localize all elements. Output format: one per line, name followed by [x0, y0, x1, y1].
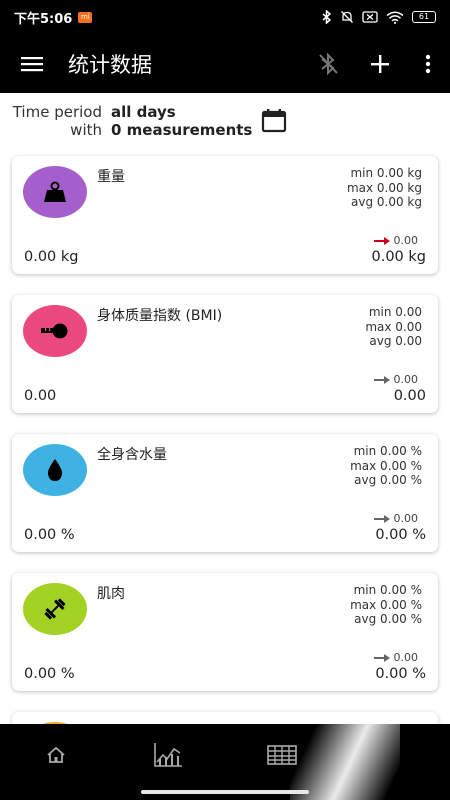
- first-value: 0.00 kg: [24, 249, 79, 265]
- gesture-bar[interactable]: [141, 790, 309, 794]
- nav-graph[interactable]: [148, 740, 188, 770]
- stat-min: min 0.00 %: [353, 444, 422, 458]
- stat-min: min 0.00 %: [353, 583, 422, 597]
- stat-max: max 0.00 %: [350, 458, 422, 473]
- weight-icon: [44, 181, 66, 202]
- overflow-menu-button[interactable]: [406, 34, 450, 93]
- nav-overview[interactable]: [36, 740, 76, 770]
- tape-measure-icon: [41, 323, 68, 339]
- stat-max: max 0.00 %: [350, 597, 422, 612]
- last-value: 0.00 kg: [371, 249, 427, 265]
- card-diff: 0.00: [373, 651, 419, 664]
- bluetooth-disabled-icon: [319, 52, 338, 75]
- chart-icon: [154, 743, 182, 767]
- bmi-stat-card[interactable]: 身体质量指数 (BMI) min 0.00 max 0.00 avg 0.00 …: [12, 295, 438, 413]
- arrow-right-icon: [373, 653, 390, 662]
- dumbbell-icon: [44, 598, 66, 620]
- first-value: 0.00 %: [24, 527, 75, 543]
- status-bar: 下午5:06 mi 61: [0, 0, 450, 34]
- menu-button[interactable]: [0, 34, 64, 93]
- card-diff: 0.00: [373, 512, 419, 525]
- arrow-right-icon: [373, 236, 390, 245]
- stat-avg: avg 0.00 %: [354, 473, 422, 487]
- hamburger-menu-icon: [21, 56, 43, 71]
- more-vert-icon: [425, 54, 431, 73]
- battery-icon: 61: [412, 11, 436, 23]
- arrow-right-icon: [373, 375, 390, 384]
- nav-table[interactable]: [262, 740, 302, 770]
- water-drop-icon: [47, 459, 63, 481]
- card-title: 身体质量指数 (BMI): [97, 308, 223, 324]
- calendar-icon: [261, 109, 287, 133]
- last-value: 0.00 %: [375, 666, 426, 682]
- home-icon: [47, 746, 65, 763]
- stat-avg: avg 0.00 kg: [351, 195, 422, 209]
- calendar-button[interactable]: [260, 108, 288, 134]
- weight-icon-circle: [23, 166, 87, 218]
- stat-max: max 0.00 kg: [346, 180, 422, 195]
- stat-min: min 0.00 kg: [350, 166, 422, 180]
- diff-value: 0.00: [393, 512, 419, 525]
- stat-max: max 0.00: [365, 319, 422, 334]
- weight-stat-card[interactable]: 重量 min 0.00 kg max 0.00 kg avg 0.00 kg 0…: [12, 156, 438, 274]
- arrow-right-icon: [373, 514, 390, 523]
- card-stats: min 0.00 % max 0.00 % avg 0.00 %: [350, 444, 422, 488]
- no-sim-icon: [362, 11, 378, 23]
- muscle-stat-card[interactable]: 肌肉 min 0.00 % max 0.00 % avg 0.00 % 0.00…: [12, 573, 438, 691]
- bottom-navigation: [0, 724, 450, 800]
- time-period-label: Time period: [12, 103, 102, 121]
- card-stats: min 0.00 kg max 0.00 kg avg 0.00 kg: [347, 166, 422, 210]
- time-period-section: Time period all days with 0 measurements: [0, 100, 450, 142]
- bluetooth-status-icon: [322, 10, 332, 24]
- stat-avg: avg 0.00 %: [354, 612, 422, 626]
- card-stats: min 0.00 max 0.00 avg 0.00: [365, 305, 422, 349]
- mi-notification-icon: mi: [78, 11, 93, 23]
- status-time: 下午5:06: [14, 11, 73, 27]
- measurements-label: with: [70, 121, 102, 139]
- last-value: 0.00 %: [375, 527, 426, 543]
- first-value: 0.00: [24, 388, 57, 404]
- card-title: 肌肉: [97, 586, 125, 602]
- water-stat-card[interactable]: 全身含水量 min 0.00 % max 0.00 % avg 0.00 % 0…: [12, 434, 438, 552]
- diff-value: 0.00: [393, 373, 419, 386]
- card-diff: 0.00: [373, 373, 419, 386]
- mute-bell-icon: [341, 11, 353, 23]
- measurements-count: 0 measurements: [111, 121, 253, 139]
- diff-value: 0.00: [393, 651, 419, 664]
- bluetooth-disabled-button[interactable]: [302, 34, 354, 93]
- wifi-icon: [386, 11, 404, 24]
- status-icons: 61: [322, 10, 436, 24]
- diff-value: 0.00: [393, 234, 419, 247]
- card-diff: 0.00: [373, 234, 419, 247]
- card-title: 全身含水量: [97, 447, 167, 463]
- card-stats: min 0.00 % max 0.00 % avg 0.00 %: [350, 583, 422, 627]
- add-measurement-button[interactable]: [354, 34, 406, 93]
- card-title: 重量: [97, 169, 125, 185]
- bmi-icon-circle: [23, 305, 87, 357]
- table-icon: [267, 745, 297, 765]
- page-title: 统计数据: [68, 52, 152, 77]
- water-icon-circle: [23, 444, 87, 496]
- app-bar: 统计数据: [0, 34, 450, 93]
- time-period-value[interactable]: all days: [111, 103, 176, 121]
- plus-icon: [371, 54, 389, 73]
- muscle-icon-circle: [23, 583, 87, 635]
- stat-avg: avg 0.00: [369, 334, 422, 348]
- first-value: 0.00 %: [24, 666, 75, 682]
- stat-min: min 0.00: [368, 305, 422, 319]
- last-value: 0.00: [393, 388, 426, 404]
